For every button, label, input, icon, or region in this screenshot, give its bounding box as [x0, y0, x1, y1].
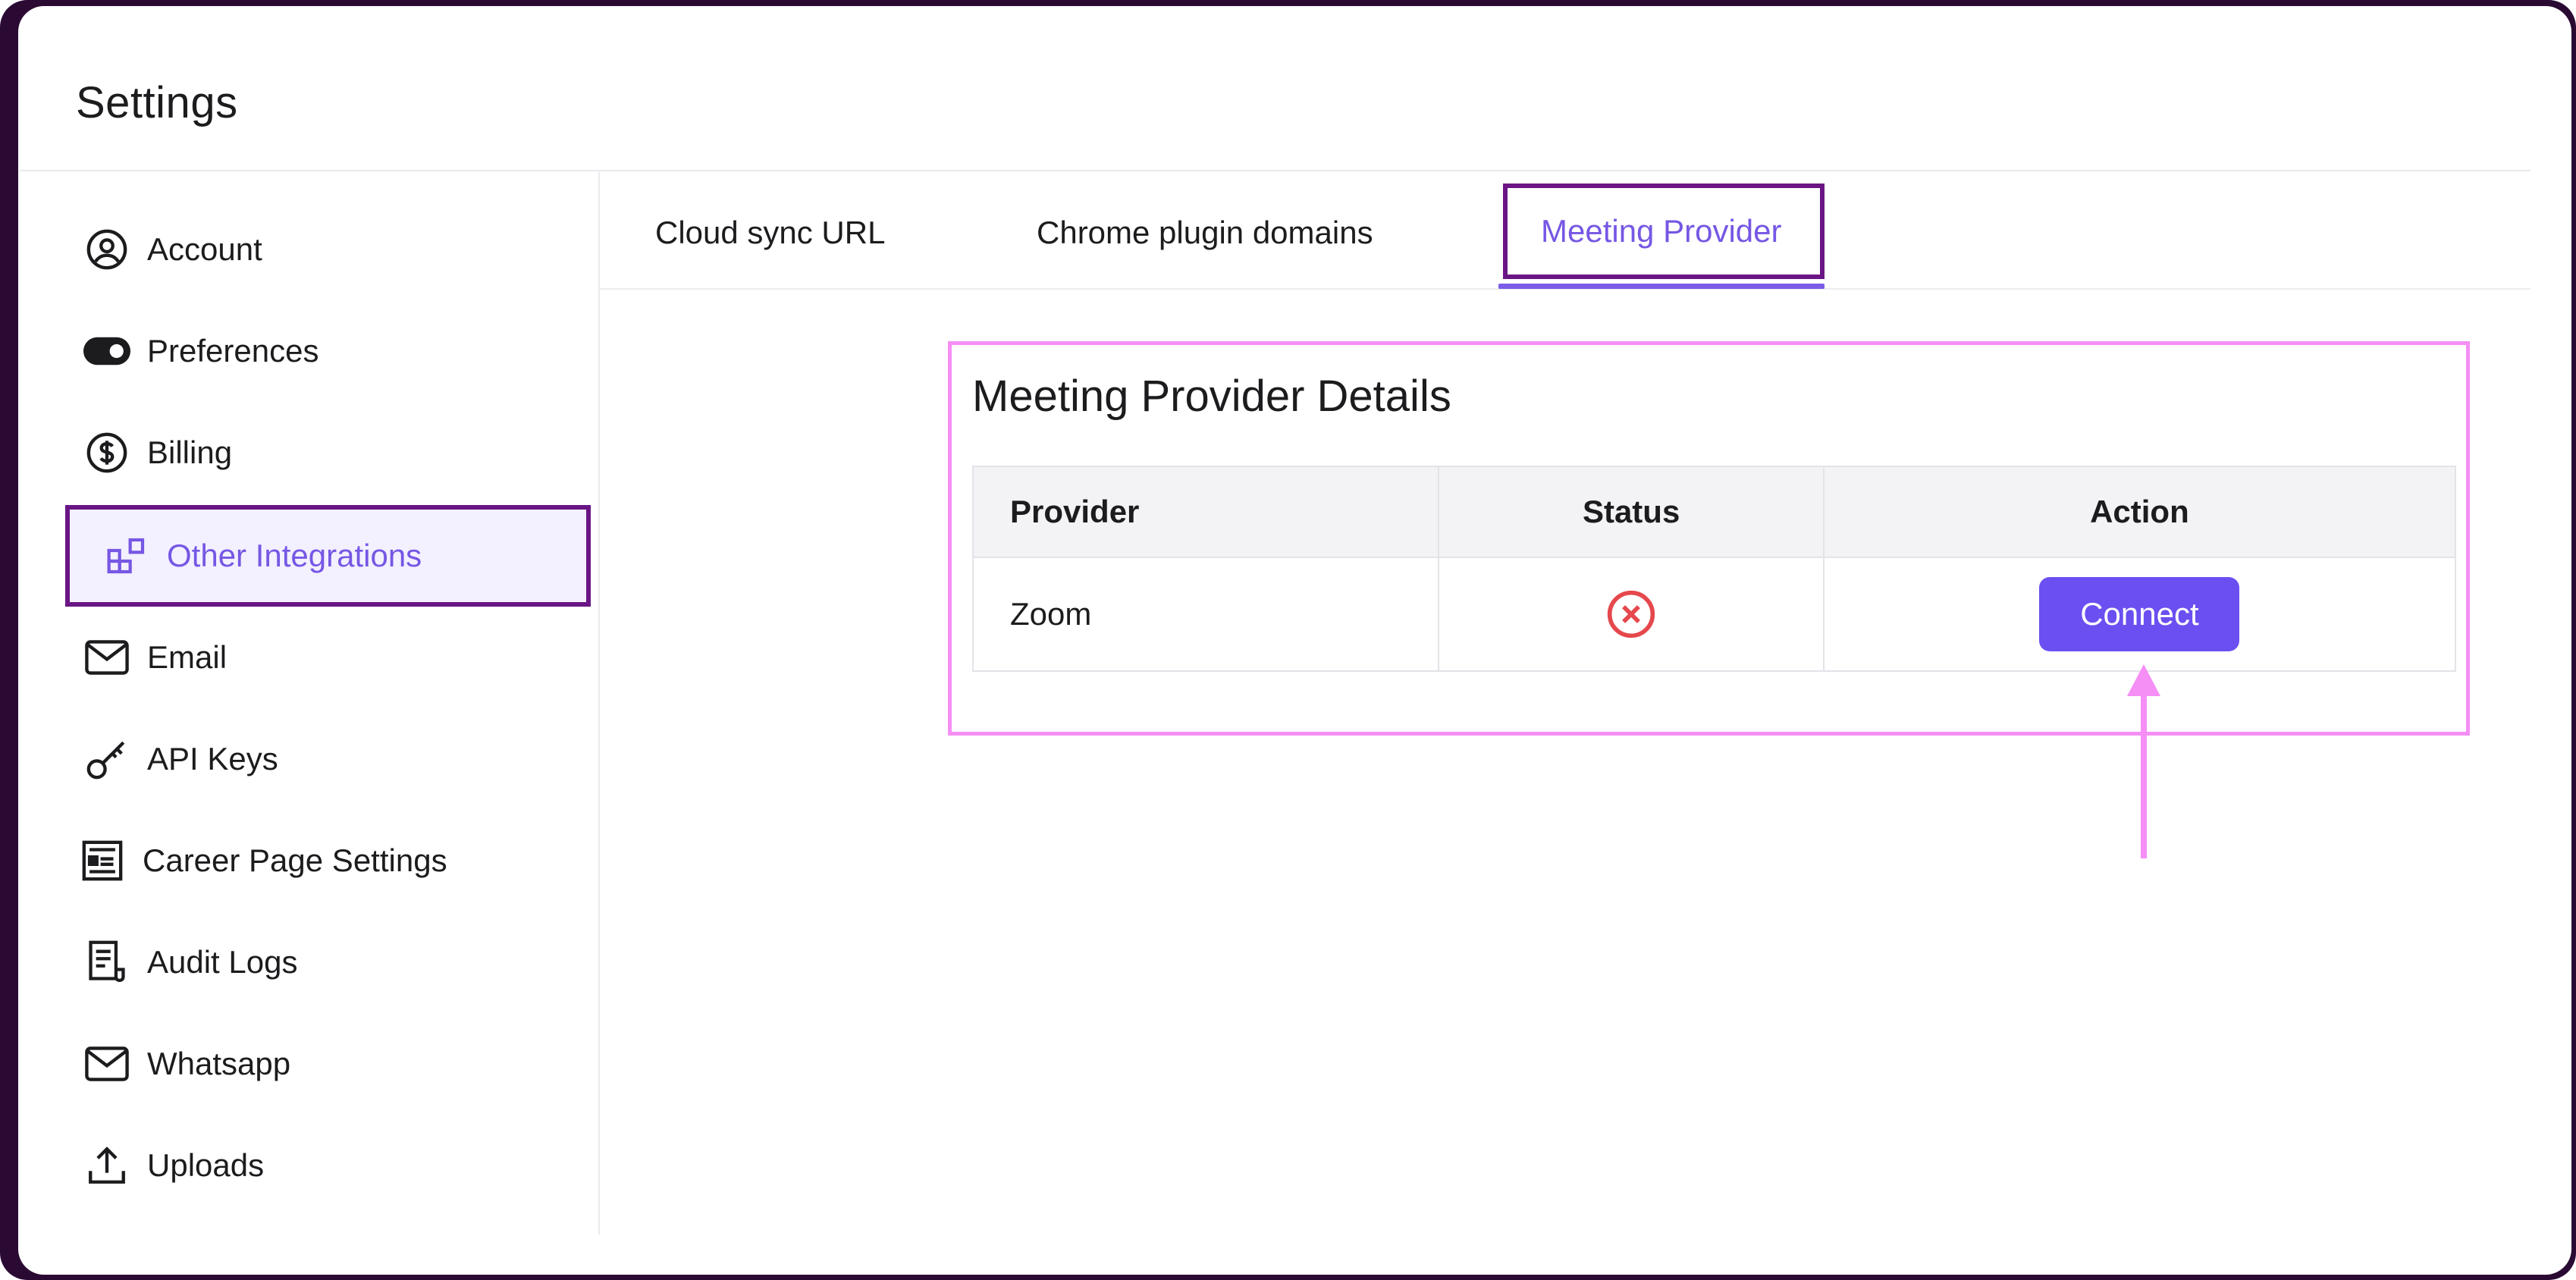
log-icon [83, 939, 130, 986]
dollar-circle-icon [83, 429, 130, 476]
arrow-up-annotation [2127, 664, 2160, 858]
mail-icon [83, 634, 130, 681]
table-header-row: Provider Status Action [971, 466, 2457, 558]
sidebar-item-label: Whatsapp [147, 1046, 291, 1081]
active-tab-indicator [1498, 284, 1825, 289]
column-header-status: Status [1438, 466, 1825, 558]
sidebar-item-account[interactable]: Account [45, 199, 586, 300]
sidebar-item-audit-logs[interactable]: Audit Logs [45, 911, 586, 1013]
sidebar-item-preferences[interactable]: Preferences [45, 300, 586, 402]
sidebar-item-label: Audit Logs [147, 944, 298, 980]
provider-table: Provider Status Action Zoom Connect [971, 466, 2457, 672]
key-icon [83, 736, 130, 783]
sidebar-divider [598, 170, 600, 1235]
sidebar-item-billing[interactable]: Billing [45, 402, 586, 504]
sidebar-item-email[interactable]: Email [45, 607, 586, 708]
sidebar-item-label: Uploads [147, 1147, 265, 1183]
meeting-provider-title: Meeting Provider Details [972, 372, 1451, 421]
sidebar-item-label: Account [147, 231, 262, 267]
tab-chrome-plugin-domains[interactable]: Chrome plugin domains [1037, 182, 1373, 284]
tab-meeting-provider[interactable]: Meeting Provider [1503, 184, 1825, 279]
column-header-provider: Provider [971, 466, 1440, 558]
action-cell: Connect [1822, 557, 2457, 672]
table-row: Zoom Connect [971, 557, 2457, 672]
sidebar-item-whatsapp[interactable]: Whatsapp [45, 1013, 586, 1115]
mail-icon [83, 1040, 130, 1087]
x-circle-icon [1605, 588, 1658, 641]
toggle-icon [83, 328, 130, 375]
provider-name: Zoom [971, 557, 1440, 672]
sidebar-item-other-integrations[interactable]: Other Integrations [65, 505, 591, 607]
sidebar-item-label: Billing [147, 435, 233, 470]
connect-button[interactable]: Connect [2039, 577, 2240, 651]
form-icon [79, 837, 126, 884]
page-title: Settings [76, 78, 238, 127]
column-header-action: Action [1822, 466, 2457, 558]
sidebar-item-label: API Keys [147, 741, 278, 776]
status-cell [1438, 557, 1825, 672]
sidebar-item-label: Career Page Settings [143, 842, 447, 878]
header-divider [20, 170, 2531, 171]
sidebar-item-career-page-settings[interactable]: Career Page Settings [45, 810, 586, 911]
sidebar-item-api-keys[interactable]: API Keys [45, 708, 586, 810]
tab-cloud-sync-url[interactable]: Cloud sync URL [655, 182, 885, 284]
user-circle-icon [83, 226, 130, 273]
sidebar-item-label: Preferences [147, 333, 319, 369]
sidebar-item-uploads[interactable]: Uploads [45, 1115, 586, 1216]
sidebar-item-label: Other Integrations [167, 538, 422, 573]
sidebar-item-label: Email [147, 639, 227, 675]
integrations-icon [103, 532, 150, 579]
upload-icon [83, 1142, 130, 1189]
